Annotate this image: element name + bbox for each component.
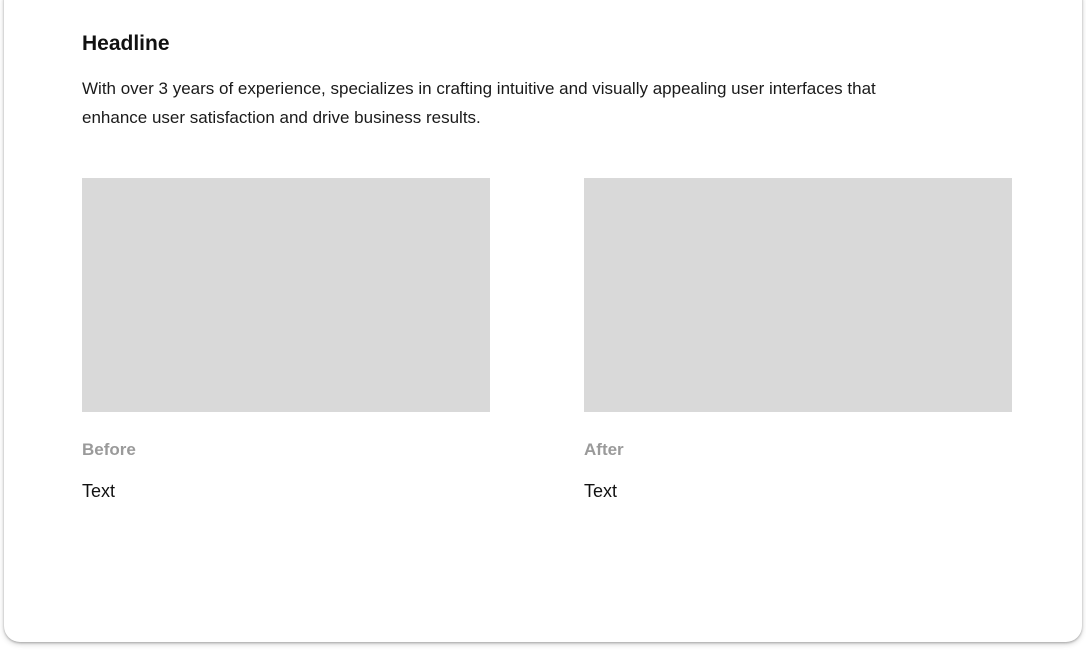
headline: Headline (82, 32, 170, 55)
before-image-placeholder (82, 178, 490, 412)
before-text: Text (82, 481, 116, 501)
before-panel: Before Text (82, 178, 490, 503)
description-text: With over 3 years of experience, special… (82, 79, 876, 127)
after-image-placeholder (584, 178, 1012, 412)
content-card: Headline With over 3 years of experience… (4, 0, 1082, 642)
after-panel: After Text (584, 178, 1012, 503)
before-label: Before (82, 440, 136, 459)
after-text: Text (584, 481, 618, 501)
after-label: After (584, 440, 624, 459)
